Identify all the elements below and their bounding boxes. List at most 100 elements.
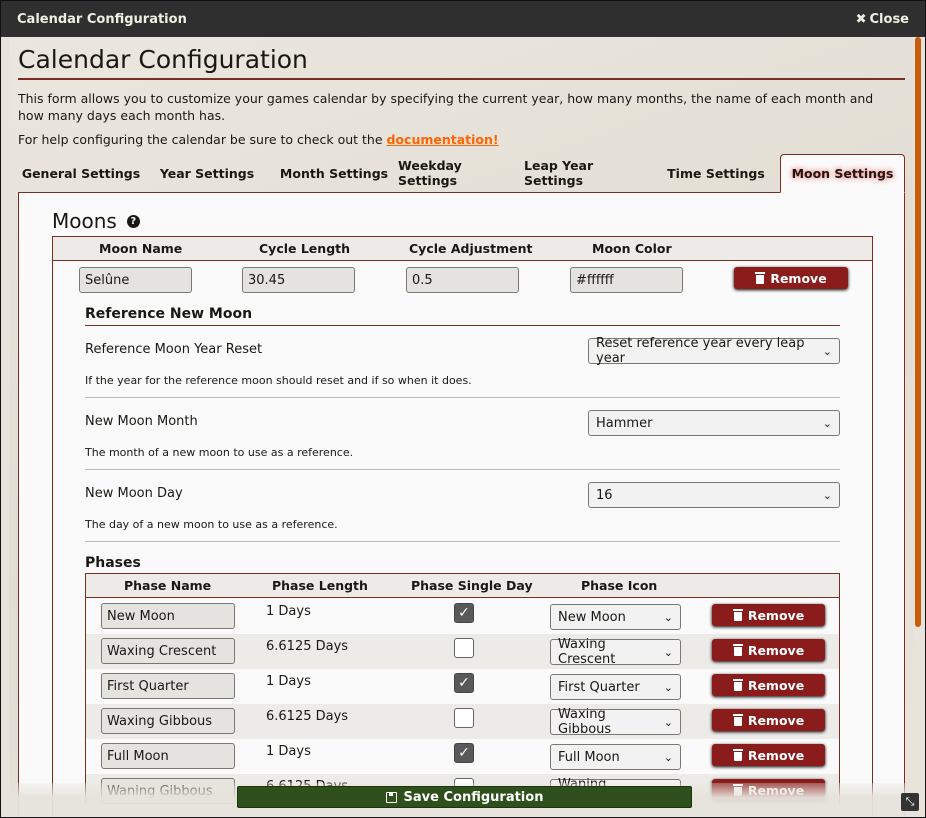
close-icon: ✖ — [855, 11, 867, 27]
table-row: Waxing Gibbous 6.6125 Days Waxing Gibbous ⌄… — [86, 704, 839, 739]
remove-phase-button[interactable]: Remove — [712, 639, 825, 661]
year-reset-value: Reset reference year every leap year — [596, 336, 805, 366]
col-phase-length: Phase Length — [272, 578, 368, 593]
tab-weekday-settings[interactable]: Weekday Settings — [398, 154, 524, 192]
phase-name-input[interactable]: Waxing Crescent — [101, 638, 235, 664]
calendar-config-window: Calendar Configuration ✖ Close Calendar … — [0, 0, 926, 818]
chevron-down-icon: ⌄ — [822, 416, 832, 430]
documentation-link[interactable]: documentation! — [387, 132, 499, 147]
reference-new-moon-heading: Reference New Moon — [85, 306, 253, 322]
moon-settings-panel: Moons ? Moon Name Cycle Length Cycle Adj… — [18, 193, 905, 817]
year-reset-select[interactable]: Reset reference year every leap year ⌄ — [588, 336, 840, 366]
tab-time-settings[interactable]: Time Settings — [652, 154, 780, 192]
phase-length-value: 1 Days — [266, 674, 311, 689]
chevron-down-icon: ⌄ — [663, 750, 673, 764]
window-title: Calendar Configuration — [17, 11, 187, 27]
phase-single-day-checkbox[interactable] — [454, 638, 474, 658]
trash-icon — [732, 609, 743, 621]
chevron-down-icon: ⌄ — [822, 344, 832, 358]
phase-icon-select[interactable]: First Quarter ⌄ — [550, 674, 681, 700]
phases-heading: Phases — [85, 555, 141, 571]
trash-icon — [732, 749, 743, 761]
chevron-down-icon: ⌄ — [663, 715, 673, 729]
year-reset-label: Reference Moon Year Reset — [85, 342, 263, 357]
phase-length-value: 6.6125 Days — [266, 709, 349, 724]
phase-name-input[interactable]: Waxing Gibbous — [101, 708, 235, 734]
phases-table: Phase Name Phase Length Phase Single Day… — [85, 573, 840, 809]
year-reset-note: If the year for the reference moon shoul… — [85, 374, 472, 387]
remove-phase-label: Remove — [747, 642, 805, 658]
tab-moon-settings[interactable]: Moon Settings — [780, 154, 905, 193]
phase-name-input[interactable]: New Moon — [101, 603, 235, 629]
new-moon-day-select[interactable]: 16 ⌄ — [588, 482, 840, 508]
intro-text: This form allows you to customize your g… — [18, 91, 874, 123]
new-moon-month-select[interactable]: Hammer ⌄ — [588, 410, 840, 436]
divider — [85, 469, 840, 470]
remove-phase-button[interactable]: Remove — [712, 744, 825, 766]
new-moon-day-note: The day of a new moon to use as a refere… — [85, 518, 338, 531]
col-phase-single-day: Phase Single Day — [411, 578, 533, 593]
col-moon-name: Moon Name — [99, 241, 183, 256]
window-content: Calendar Configuration This form allows … — [9, 37, 913, 817]
tab-month-settings[interactable]: Month Settings — [270, 154, 398, 192]
window-titlebar[interactable]: Calendar Configuration ✖ Close — [1, 1, 925, 37]
phase-name-input[interactable]: First Quarter — [101, 673, 235, 699]
tab-general-settings[interactable]: General Settings — [18, 154, 144, 192]
phase-icon-select[interactable]: Waxing Crescent ⌄ — [550, 637, 681, 667]
phase-icon-value: Full Moon — [558, 749, 620, 765]
chevron-down-icon: ⌄ — [822, 488, 832, 502]
phase-icon-select[interactable]: Waxing Gibbous ⌄ — [550, 707, 681, 737]
new-moon-month-note: The month of a new moon to use as a refe… — [85, 446, 354, 459]
moon-color-input[interactable]: #ffffff — [570, 267, 683, 293]
divider — [85, 397, 840, 398]
resize-handle-icon[interactable]: ⤡ — [901, 793, 919, 811]
scrollbar[interactable] — [915, 37, 921, 627]
moons-table: Moon Name Cycle Length Cycle Adjustment … — [52, 236, 873, 817]
page-title: Calendar Configuration — [18, 45, 905, 80]
tab-year-settings[interactable]: Year Settings — [144, 154, 270, 192]
help-question-icon[interactable]: ? — [126, 214, 140, 228]
remove-phase-label: Remove — [747, 747, 805, 763]
remove-phase-button[interactable]: Remove — [712, 674, 825, 696]
remove-moon-button[interactable]: Remove — [734, 267, 848, 289]
footer-bar: Save Configuration — [9, 783, 913, 817]
remove-phase-label: Remove — [747, 712, 805, 728]
phase-name-input[interactable]: Full Moon — [101, 743, 235, 769]
remove-phase-label: Remove — [747, 607, 805, 623]
new-moon-day-value: 16 — [596, 487, 613, 503]
table-row: Full Moon 1 Days ✓ Full Moon ⌄ Remove — [86, 739, 839, 774]
save-configuration-button[interactable]: Save Configuration — [237, 786, 692, 808]
chevron-down-icon: ⌄ — [663, 645, 673, 659]
phase-single-day-checkbox[interactable]: ✓ — [454, 673, 474, 693]
cycle-length-input[interactable]: 30.45 — [242, 267, 355, 293]
checkmark-icon: ✓ — [458, 745, 470, 761]
tab-leap-year-settings[interactable]: Leap Year Settings — [524, 154, 652, 192]
divider — [85, 325, 840, 326]
phase-icon-value: First Quarter — [558, 679, 640, 695]
col-phase-name: Phase Name — [124, 578, 212, 593]
cycle-adjustment-input[interactable]: 0.5 — [406, 267, 519, 293]
phase-icon-value: Waxing Gibbous — [558, 707, 612, 737]
trash-icon — [732, 644, 743, 656]
new-moon-day-label: New Moon Day — [85, 486, 183, 501]
remove-phase-button[interactable]: Remove — [712, 709, 825, 731]
moons-heading-text: Moons — [52, 209, 117, 233]
close-button[interactable]: ✖ Close — [856, 12, 909, 27]
phase-icon-value: Waxing Crescent — [558, 637, 616, 667]
phase-single-day-checkbox[interactable]: ✓ — [454, 743, 474, 763]
new-moon-month-value: Hammer — [596, 415, 653, 431]
help-text: For help configuring the calendar be sur… — [18, 132, 905, 147]
phase-single-day-checkbox[interactable]: ✓ — [454, 603, 474, 623]
phases-table-header: Phase Name Phase Length Phase Single Day… — [86, 574, 839, 598]
checkmark-icon: ✓ — [458, 675, 470, 691]
phase-icon-select[interactable]: New Moon ⌄ — [550, 604, 681, 630]
chevron-down-icon: ⌄ — [663, 680, 673, 694]
moon-name-input[interactable]: Selûne — [79, 267, 192, 293]
phase-single-day-checkbox[interactable] — [454, 708, 474, 728]
trash-icon — [755, 272, 766, 284]
col-phase-icon: Phase Icon — [581, 578, 658, 593]
phase-icon-value: New Moon — [558, 609, 626, 625]
remove-phase-button[interactable]: Remove — [712, 604, 825, 626]
phase-icon-select[interactable]: Full Moon ⌄ — [550, 744, 681, 770]
moons-table-header: Moon Name Cycle Length Cycle Adjustment … — [53, 237, 872, 261]
